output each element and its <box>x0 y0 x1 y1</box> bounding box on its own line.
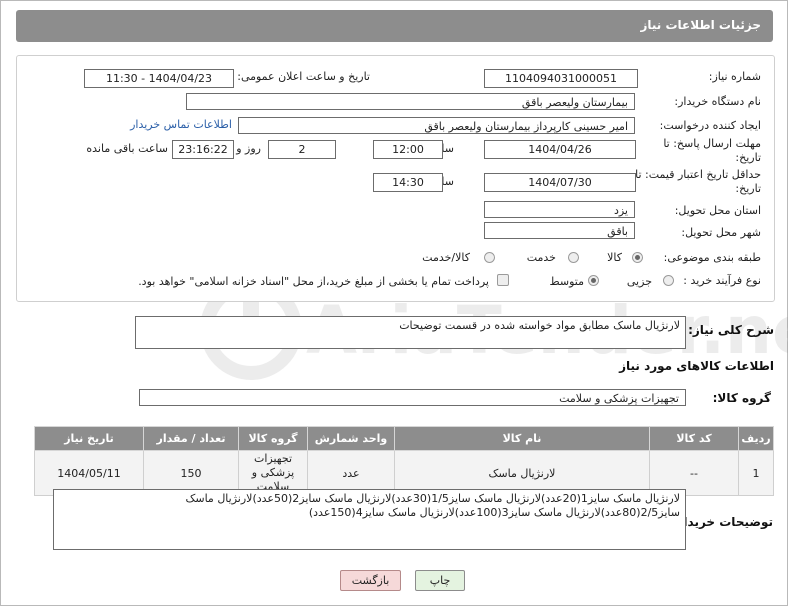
deadline-time-field: 12:00 <box>373 140 443 159</box>
col-name: نام کالا <box>394 426 650 451</box>
print-button[interactable]: چاپ <box>415 570 465 591</box>
buyer-notes-field: لارنژیال ماسک سایز1(20عدد)لارنژیال ماسک … <box>53 489 686 550</box>
need-info-panel: شماره نیاز: 1104094031000051 تاریخ و ساع… <box>16 55 775 302</box>
back-button[interactable]: بازگشت <box>340 570 401 591</box>
remaining-time-field: 23:16:22 <box>172 140 234 159</box>
announce-datetime-field: 1404/04/23 - 11:30 <box>84 69 234 88</box>
buyer-org-field: بیمارستان ولیعصر باقق <box>186 93 635 110</box>
buyer-notes-line-2: سایز2/5(80عدد)لارنژیال ماسک سایز3(100عدد… <box>308 506 680 519</box>
city-field: باقق <box>484 222 635 239</box>
days-label: روز و <box>236 142 261 155</box>
goods-section-title: اطلاعات کالاهای مورد نیاز <box>619 359 774 373</box>
col-unit: واحد شمارش <box>307 426 395 451</box>
process-type-label: نوع فرآیند خرید : <box>683 274 761 287</box>
deadline-date-field: 1404/04/26 <box>484 140 636 159</box>
deadline-label: مهلت ارسال پاسخ: تا تاریخ: <box>663 137 761 164</box>
treasury-payment-checkbox[interactable] <box>497 274 509 286</box>
goods-group-field: تجهیزات پزشکی و سلامت <box>139 389 686 406</box>
days-field: 2 <box>268 140 336 159</box>
col-code: کد کالا <box>649 426 739 451</box>
buyer-notes-label: توضیحات خریدار: <box>671 515 773 529</box>
province-field: یزد <box>484 201 635 218</box>
announce-datetime-label: تاریخ و ساعت اعلان عمومی: <box>237 70 370 83</box>
process-option-minor: جزیی <box>626 275 652 288</box>
category-radio-goods-service[interactable] <box>484 252 495 263</box>
category-option-service: خدمت <box>526 251 556 264</box>
page-container: جزئیات اطلاعات نیاز AriaTender.net شماره… <box>0 0 788 606</box>
category-label: طبقه بندی موضوعی: <box>663 251 761 264</box>
remaining-time-label: ساعت باقی مانده <box>86 142 168 155</box>
treasury-payment-note: پرداخت تمام یا بخشی از مبلغ خرید،از محل … <box>138 275 489 288</box>
process-radio-medium[interactable] <box>588 275 599 286</box>
summary-field: لارنژیال ماسک مطابق مواد خواسته شده در ق… <box>135 316 686 349</box>
goods-group-label: گروه کالا: <box>712 391 771 405</box>
need-number-field: 1104094031000051 <box>484 69 638 88</box>
buyer-org-label: نام دستگاه خریدار: <box>674 95 761 108</box>
goods-table: ردیف کد کالا نام کالا واحد شمارش گروه کا… <box>34 426 774 496</box>
validity-time-field: 14:30 <box>373 173 443 192</box>
city-label: شهر محل تحویل: <box>681 226 761 239</box>
col-row: ردیف <box>738 426 774 451</box>
summary-label: شرح کلی نیاز: <box>688 323 774 337</box>
page-header: جزئیات اطلاعات نیاز <box>16 10 773 42</box>
category-radio-service[interactable] <box>568 252 579 263</box>
process-option-medium: متوسط <box>549 275 584 288</box>
province-label: استان محل تحویل: <box>674 204 761 217</box>
category-option-goods-service: کالا/خدمت <box>422 251 470 264</box>
category-option-goods: کالا <box>607 251 622 264</box>
buyer-contact-link[interactable]: اطلاعات تماس خریدار <box>130 118 232 131</box>
buyer-notes-line-1: لارنژیال ماسک سایز1(20عدد)لارنژیال ماسک … <box>185 492 680 505</box>
goods-table-header: ردیف کد کالا نام کالا واحد شمارش گروه کا… <box>34 426 774 451</box>
validity-date-field: 1404/07/30 <box>484 173 636 192</box>
need-number-label: شماره نیاز: <box>708 70 761 83</box>
col-group: گروه کالا <box>238 426 308 451</box>
col-date: تاریخ نیاز <box>34 426 144 451</box>
creator-field: امیر حسینی کارپرداز بیمارستان ولیعصر باق… <box>238 117 635 134</box>
page-title: جزئیات اطلاعات نیاز <box>640 18 761 32</box>
col-qty: تعداد / مقدار <box>143 426 239 451</box>
category-radio-goods[interactable] <box>632 252 643 263</box>
validity-label: حداقل تاریخ اعتبار قیمت: تا تاریخ: <box>635 168 761 195</box>
process-radio-minor[interactable] <box>663 275 674 286</box>
cell-row: 1 <box>738 450 774 496</box>
creator-label: ایجاد کننده درخواست: <box>659 119 761 132</box>
